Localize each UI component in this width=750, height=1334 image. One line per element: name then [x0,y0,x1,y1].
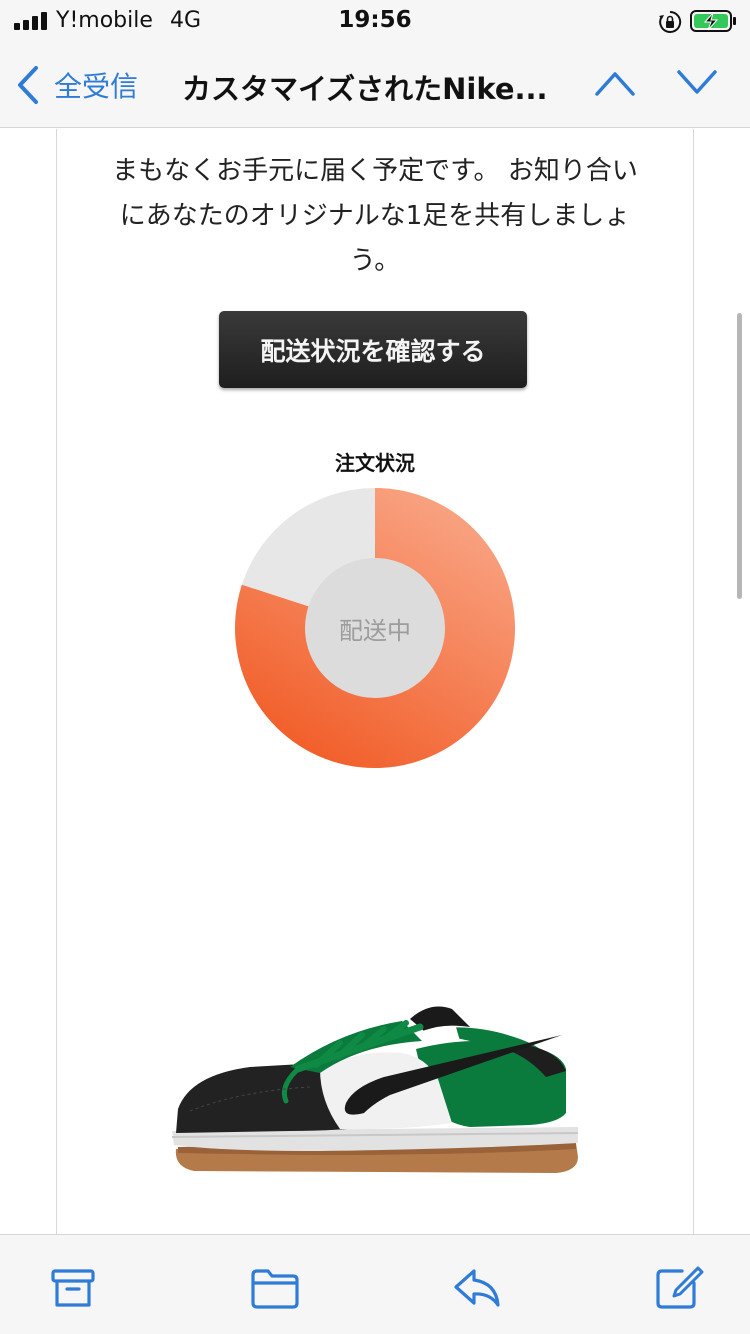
email-frame-right-border [693,129,694,1234]
order-status-title: 注文状況 [335,451,415,475]
battery-charging-icon [690,10,736,32]
archive-icon[interactable] [48,1265,98,1311]
mail-toolbar [0,1234,750,1334]
orientation-lock-icon [659,10,682,33]
delivery-message: まもなくお手元に届く予定です。 お知り合い にあなたのオリジナルな1足を共有しま… [80,149,670,284]
email-frame-left-border [56,129,57,1234]
back-label: 全受信 [54,70,139,103]
message-line: にあなたのオリジナルな1足を共有しましょ [119,201,631,231]
shipping-status-label: 配送中 [339,616,411,645]
status-bar: Y!mobile 4G 19:56 [0,0,750,42]
nike-dunk-shoe-image [171,1006,579,1173]
mail-screen: Y!mobile 4G 19:56 全受信 カスタマイズされたNike... ま… [0,0,750,1334]
mail-nav-bar: 全受信 カスタマイズされたNike... [0,42,750,128]
reply-icon[interactable] [452,1265,502,1311]
chevron-up-icon[interactable] [594,68,636,98]
folder-icon[interactable] [250,1265,300,1311]
message-line: まもなくお手元に届く予定です。 お知り合い [112,156,638,186]
track-shipment-button[interactable]: 配送状況を確認する [219,311,527,388]
back-to-inbox-button[interactable]: 全受信 [14,62,138,108]
email-body: まもなくお手元に届く予定です。 お知り合い にあなたのオリジナルな1足を共有しま… [0,129,750,1234]
clock: 19:56 [338,7,412,33]
chevron-down-icon[interactable] [676,68,718,98]
email-subject-title: カスタマイズされたNike... [182,72,548,106]
message-line: う。 [349,246,401,276]
compose-icon[interactable] [654,1265,704,1311]
chevron-left-icon [18,66,38,104]
